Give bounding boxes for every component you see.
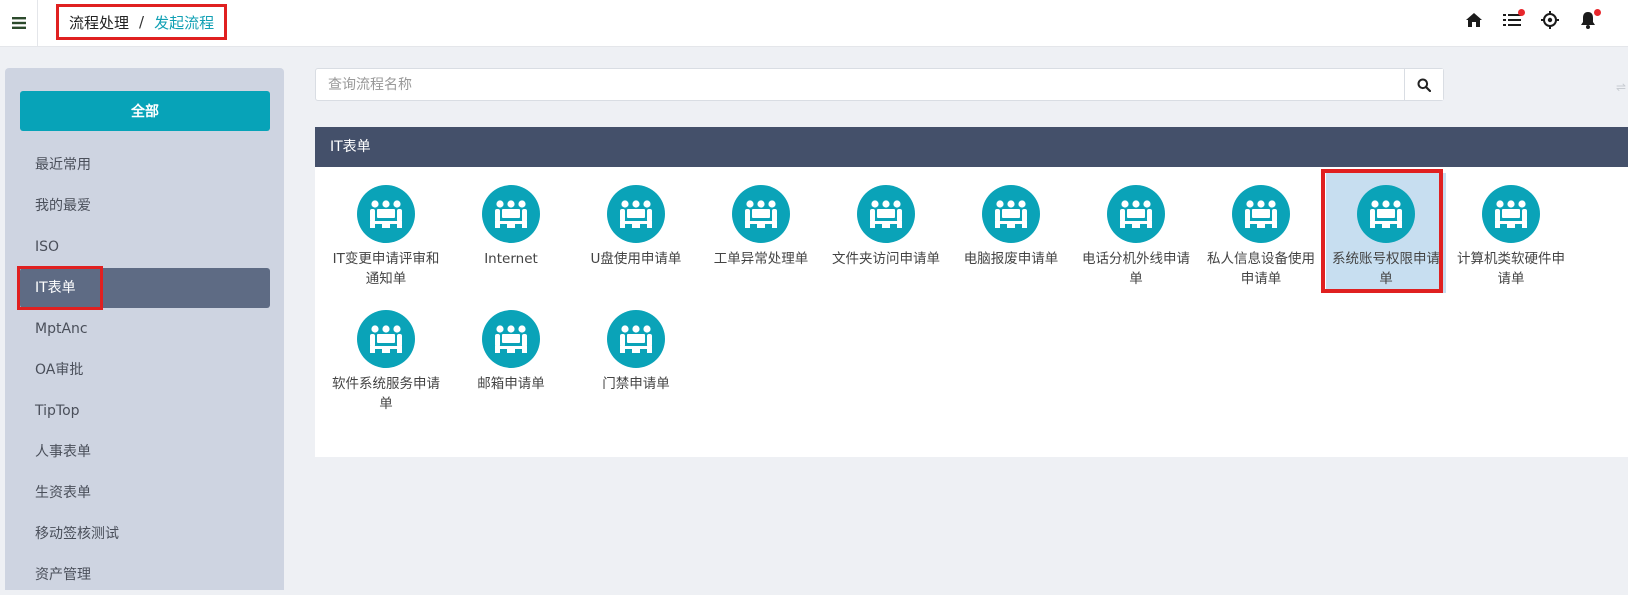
meeting-icon — [857, 185, 915, 243]
sidebar-item-hr-forms[interactable]: 人事表单 — [20, 432, 270, 472]
sidebar-item-it-forms[interactable]: IT表单 — [17, 266, 270, 310]
bell-icon[interactable] — [1578, 9, 1601, 31]
breadcrumb-item-start-process[interactable]: 发起流程 — [154, 12, 214, 33]
list-icon[interactable] — [1502, 9, 1525, 31]
meeting-icon — [732, 185, 790, 243]
meeting-icon — [482, 185, 540, 243]
process-tile-label: 文件夹访问申请单 — [832, 251, 940, 267]
meeting-icon — [982, 185, 1040, 243]
meeting-icon — [357, 185, 415, 243]
process-tile[interactable]: 软件系统服务申请单 — [326, 298, 446, 418]
search-input[interactable] — [316, 69, 1406, 100]
process-tile-label: 软件系统服务申请单 — [332, 376, 440, 412]
process-tile-label: 邮箱申请单 — [477, 376, 545, 392]
notification-dot — [1518, 9, 1525, 16]
breadcrumb-item-process[interactable]: 流程处理 — [69, 12, 129, 33]
process-tile[interactable]: 电脑报废申请单 — [951, 173, 1071, 293]
collapse-handle[interactable]: ⇌ — [1616, 80, 1628, 96]
menu-icon — [11, 17, 26, 29]
process-tile[interactable]: 文件夹访问申请单 — [826, 173, 946, 293]
sidebar-item-production-forms[interactable]: 生资表单 — [20, 473, 270, 513]
meeting-icon — [607, 185, 665, 243]
process-tile-label: 电脑报废申请单 — [963, 251, 1059, 267]
process-tile[interactable]: 计算机类软硬件申请单 — [1451, 173, 1571, 293]
meeting-icon — [1232, 185, 1290, 243]
sidebar-item-label: IT表单 — [35, 280, 76, 296]
notification-dot — [1594, 9, 1601, 16]
process-tile[interactable]: U盘使用申请单 — [576, 173, 696, 293]
breadcrumb: 流程处理 / 发起流程 — [56, 4, 228, 40]
sidebar-item-tiptop[interactable]: TipTop — [20, 391, 270, 431]
process-tile-label: 门禁申请单 — [602, 376, 670, 392]
process-tile[interactable]: 电话分机外线申请单 — [1076, 173, 1196, 293]
meeting-icon — [1357, 185, 1415, 243]
top-bar: 流程处理 / 发起流程 — [0, 0, 1628, 47]
process-tile[interactable]: 门禁申请单 — [576, 298, 696, 418]
sidebar-item-oa-approval[interactable]: OA审批 — [20, 350, 270, 390]
sidebar-item-mptanc[interactable]: MptAnc — [20, 309, 270, 349]
all-categories-button[interactable]: 全部 — [20, 91, 270, 131]
sidebar-item-iso[interactable]: ISO — [20, 227, 270, 267]
target-icon[interactable] — [1540, 9, 1560, 31]
meeting-icon — [482, 310, 540, 368]
breadcrumb-separator: / — [139, 13, 145, 31]
process-tile[interactable]: 系统账号权限申请单 — [1321, 169, 1446, 293]
process-tile-label: 私人信息设备使用申请单 — [1207, 251, 1315, 287]
meeting-icon — [357, 310, 415, 368]
process-tile-label: IT变更申请评审和通知单 — [332, 251, 440, 287]
process-tile[interactable]: Internet — [451, 173, 571, 293]
top-icon-group — [1464, 9, 1601, 31]
process-tile[interactable]: IT变更申请评审和通知单 — [326, 173, 446, 293]
process-tile-label: 电话分机外线申请单 — [1082, 251, 1190, 287]
menu-toggle-button[interactable] — [0, 0, 38, 46]
panel-title: IT表单 — [315, 127, 1628, 167]
process-tile-label: 系统账号权限申请单 — [1332, 251, 1440, 287]
meeting-icon — [1482, 185, 1540, 243]
process-tile[interactable]: 工单异常处理单 — [701, 173, 821, 293]
search-icon — [1417, 78, 1431, 92]
process-panel: IT表单 IT变更申请评审和通知单 Internet U盘使用申请单 工单异常处理单 文… — [315, 127, 1628, 457]
sidebar-item-recent[interactable]: 最近常用 — [20, 145, 270, 185]
category-sidebar: 全部 最近常用 我的最爱 ISO IT表单 MptAnc OA审批 TipTop… — [5, 68, 284, 590]
search-bar — [315, 68, 1444, 101]
process-tile-label: 计算机类软硬件申请单 — [1457, 251, 1565, 287]
process-tile[interactable]: 私人信息设备使用申请单 — [1201, 173, 1321, 293]
home-icon[interactable] — [1464, 9, 1484, 31]
process-tile-label: 工单异常处理单 — [713, 251, 809, 267]
sidebar-item-asset-management[interactable]: 资产管理 — [20, 555, 270, 595]
process-tile-label: U盘使用申请单 — [590, 251, 682, 267]
meeting-icon — [607, 310, 665, 368]
search-button[interactable] — [1404, 69, 1443, 100]
meeting-icon — [1107, 185, 1165, 243]
process-tile[interactable]: 邮箱申请单 — [451, 298, 571, 418]
process-tile-label: Internet — [484, 251, 538, 267]
sidebar-item-favorites[interactable]: 我的最爱 — [20, 186, 270, 226]
sidebar-item-mobile-signoff-test[interactable]: 移动签核测试 — [20, 514, 270, 554]
